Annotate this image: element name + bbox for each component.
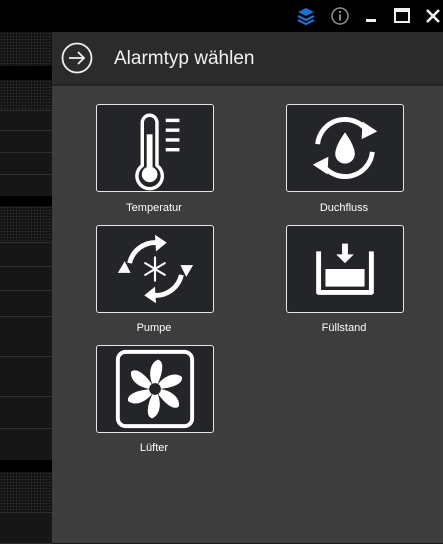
background-row (0, 110, 52, 131)
background-row (0, 80, 52, 111)
alarm-type-pumpe-button[interactable] (96, 225, 214, 313)
background-panel (0, 32, 52, 544)
alarm-type-temperatur-button[interactable] (96, 104, 214, 192)
background-row (0, 242, 52, 267)
background-row (0, 152, 52, 175)
background-row (0, 316, 52, 357)
background-row (0, 396, 52, 429)
alarm-type-dialog: Alarmtyp wählen Temperatur Duchfluss Pum… (52, 32, 443, 543)
background-row (0, 356, 52, 397)
background-row (0, 66, 52, 81)
maximize-icon[interactable] (392, 6, 412, 26)
tile-label: Temperatur (126, 202, 182, 214)
layers-icon[interactable] (296, 6, 316, 26)
tile-label: Füllstand (321, 322, 367, 334)
dialog-title: Alarmtyp wählen (114, 48, 255, 69)
close-icon[interactable] (423, 6, 443, 26)
tile-label: Lüfter (139, 442, 169, 454)
background-row (0, 32, 52, 67)
thermometer-icon (135, 113, 180, 191)
info-icon[interactable] (330, 6, 350, 26)
water-drop-cycle-icon (312, 117, 378, 179)
dialog-header: Alarmtyp wählen (52, 32, 443, 86)
background-row (0, 174, 52, 197)
background-row (0, 512, 52, 544)
alarm-type-duchfluss-button[interactable] (286, 104, 404, 192)
background-row (0, 290, 52, 317)
alarm-type-fuellstand-button[interactable] (286, 225, 404, 313)
tile-label: Duchfluss (319, 202, 369, 214)
background-row (0, 206, 52, 243)
title-bar (0, 0, 443, 32)
snowflake-cycle-icon (117, 234, 194, 304)
tile-label: Pumpe (136, 322, 172, 334)
background-row (0, 130, 52, 153)
background-row (0, 428, 52, 461)
fan-icon (115, 349, 195, 429)
tank-level-icon (316, 243, 374, 295)
back-arrow-icon[interactable] (61, 42, 93, 74)
minimize-icon[interactable] (361, 6, 381, 26)
background-row (0, 266, 52, 291)
background-row (0, 472, 52, 513)
alarm-type-luefter-button[interactable] (96, 345, 214, 433)
